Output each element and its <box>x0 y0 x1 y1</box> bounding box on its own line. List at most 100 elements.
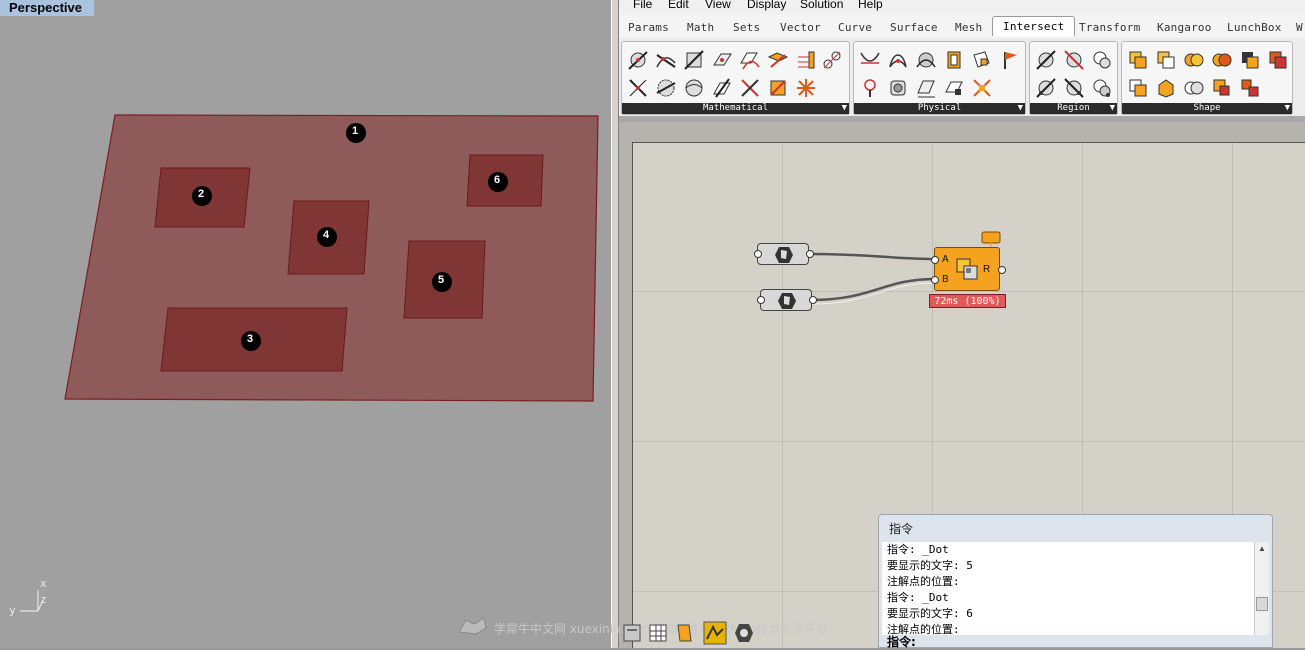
plane-plane-icon[interactable] <box>767 49 789 71</box>
command-line: 要显示的文字: 5 <box>887 559 973 572</box>
dot-label-4: 4 <box>323 229 330 241</box>
menu-solution[interactable]: Solution <box>800 0 843 10</box>
plane-cross-icon[interactable] <box>739 77 761 99</box>
menu-view[interactable]: View <box>705 0 731 10</box>
axis-y-label: y <box>9 604 16 617</box>
menu-edit[interactable]: Edit <box>668 0 689 10</box>
component-output-r-port[interactable] <box>998 266 1006 274</box>
region-difference-icon[interactable] <box>1063 77 1085 99</box>
line-mesh-icon[interactable] <box>683 49 705 71</box>
tab-math[interactable]: Math <box>687 21 714 34</box>
dot-label-5: 5 <box>438 274 445 286</box>
line-curve-icon[interactable] <box>655 49 677 71</box>
surface-curve-icon[interactable] <box>943 49 965 71</box>
region-union-icon[interactable] <box>1035 77 1057 99</box>
tab-transform[interactable]: Transform <box>1079 21 1140 34</box>
section-icon[interactable] <box>627 77 649 99</box>
settings-icon[interactable] <box>733 622 755 644</box>
scroll-up-icon[interactable]: ▲ <box>1258 544 1266 553</box>
tab-curve[interactable]: Curve <box>838 21 872 34</box>
command-window-title: 指令 <box>889 522 914 536</box>
message-balloon-icon[interactable] <box>981 231 1001 248</box>
cylinder-icon[interactable] <box>683 77 705 99</box>
shape-intersect-icon[interactable] <box>1183 77 1205 99</box>
curve-self-icon[interactable] <box>887 49 909 71</box>
contour-icon[interactable] <box>795 49 817 71</box>
panel-caption-region[interactable]: Region ▼ <box>1030 103 1117 114</box>
brep-curve-icon[interactable] <box>915 49 937 71</box>
command-line: 指令: _Dot <box>887 543 949 556</box>
pane-splitter[interactable] <box>611 0 619 648</box>
menu-help[interactable]: Help <box>858 0 883 10</box>
mesh-split-icon[interactable] <box>1267 49 1289 71</box>
command-line: 注解点的位置: <box>887 623 960 635</box>
rhino-perspective-viewport[interactable]: Perspective 1 2 3 4 5 6 x z y <box>0 0 611 648</box>
grasshopper-icon[interactable] <box>703 621 727 645</box>
component-input-b-port[interactable] <box>931 276 939 284</box>
star-intersect-icon[interactable] <box>795 77 817 99</box>
panel-physical: Physical ▼ <box>853 41 1026 115</box>
viewport-title[interactable]: Perspective <box>0 0 94 16</box>
file-icon[interactable] <box>621 622 643 644</box>
param-b-input-port[interactable] <box>757 296 765 304</box>
menu-display[interactable]: Display <box>747 0 786 10</box>
brep-line-icon[interactable] <box>821 49 843 71</box>
document-icon[interactable] <box>673 622 695 644</box>
plane-curve-icon[interactable] <box>739 49 761 71</box>
dot-label-1: 1 <box>352 125 359 137</box>
curve-curve-icon[interactable] <box>859 49 881 71</box>
solid-difference-component[interactable]: A B R <box>934 247 1000 291</box>
panel-caption-mathematical[interactable]: Mathematical ▼ <box>622 103 849 114</box>
solid-union-icon[interactable] <box>1127 49 1149 71</box>
solid-intersection-icon[interactable] <box>1183 49 1205 71</box>
brep-plane-icon[interactable] <box>915 77 937 99</box>
line-plane-icon[interactable] <box>711 77 733 99</box>
box-split-icon[interactable] <box>1239 77 1261 99</box>
tab-intersect[interactable]: Intersect <box>992 16 1076 36</box>
split-brep-icon[interactable] <box>1211 49 1233 71</box>
tab-w[interactable]: W <box>1296 21 1303 34</box>
dot-label-6: 6 <box>494 174 501 186</box>
solid-difference-icon[interactable] <box>1155 49 1177 71</box>
region-intersect-icon[interactable] <box>1091 77 1113 99</box>
param-b-output-port[interactable] <box>809 296 817 304</box>
mesh-curve-icon[interactable] <box>859 77 881 99</box>
split-region-icon[interactable] <box>1035 49 1057 71</box>
brep-brep-icon[interactable] <box>887 77 909 99</box>
tab-sets[interactable]: Sets <box>733 21 760 34</box>
brep-param-b[interactable] <box>760 289 812 311</box>
cap-holes-icon[interactable] <box>1155 77 1177 99</box>
param-a-input-port[interactable] <box>754 250 762 258</box>
viewport-scene <box>20 114 599 612</box>
spreadsheet-icon[interactable] <box>647 622 669 644</box>
line-brep-icon[interactable] <box>627 49 649 71</box>
plane-line-icon[interactable] <box>711 49 733 71</box>
sphere-line-icon[interactable] <box>655 77 677 99</box>
tab-lunchbox[interactable]: LunchBox <box>1227 21 1282 34</box>
trim-region-icon[interactable] <box>1063 49 1085 71</box>
tab-mesh[interactable]: Mesh <box>955 21 982 34</box>
tab-kangaroo[interactable]: Kangaroo <box>1157 21 1212 34</box>
mesh-mesh-icon[interactable] <box>971 77 993 99</box>
tab-surface[interactable]: Surface <box>890 21 938 34</box>
brep-param-a[interactable] <box>757 243 809 265</box>
command-scrollbar[interactable]: ▲ <box>1254 542 1269 635</box>
surface-split-icon[interactable] <box>971 49 993 71</box>
tab-vector[interactable]: Vector <box>780 21 821 34</box>
param-a-output-port[interactable] <box>806 250 814 258</box>
shatter-region-icon[interactable] <box>1091 49 1113 71</box>
input-b-label: B <box>942 274 949 285</box>
flag-brep-icon[interactable] <box>999 49 1021 71</box>
component-input-a-port[interactable] <box>931 256 939 264</box>
surface-line-icon[interactable] <box>943 77 965 99</box>
region-union-shape-icon[interactable] <box>1127 77 1149 99</box>
panel-caption-shape[interactable]: Shape ▼ <box>1122 103 1292 114</box>
panel-caption-physical[interactable]: Physical ▼ <box>854 103 1025 114</box>
mesh-union-icon[interactable] <box>1239 49 1261 71</box>
command-prompt[interactable]: 指令: <box>887 633 916 650</box>
trim-solid-icon[interactable] <box>1211 77 1233 99</box>
iso-plane-icon[interactable] <box>767 77 789 99</box>
scroll-thumb[interactable] <box>1256 597 1268 611</box>
tab-params[interactable]: Params <box>628 21 669 34</box>
menu-file[interactable]: File <box>633 0 652 10</box>
